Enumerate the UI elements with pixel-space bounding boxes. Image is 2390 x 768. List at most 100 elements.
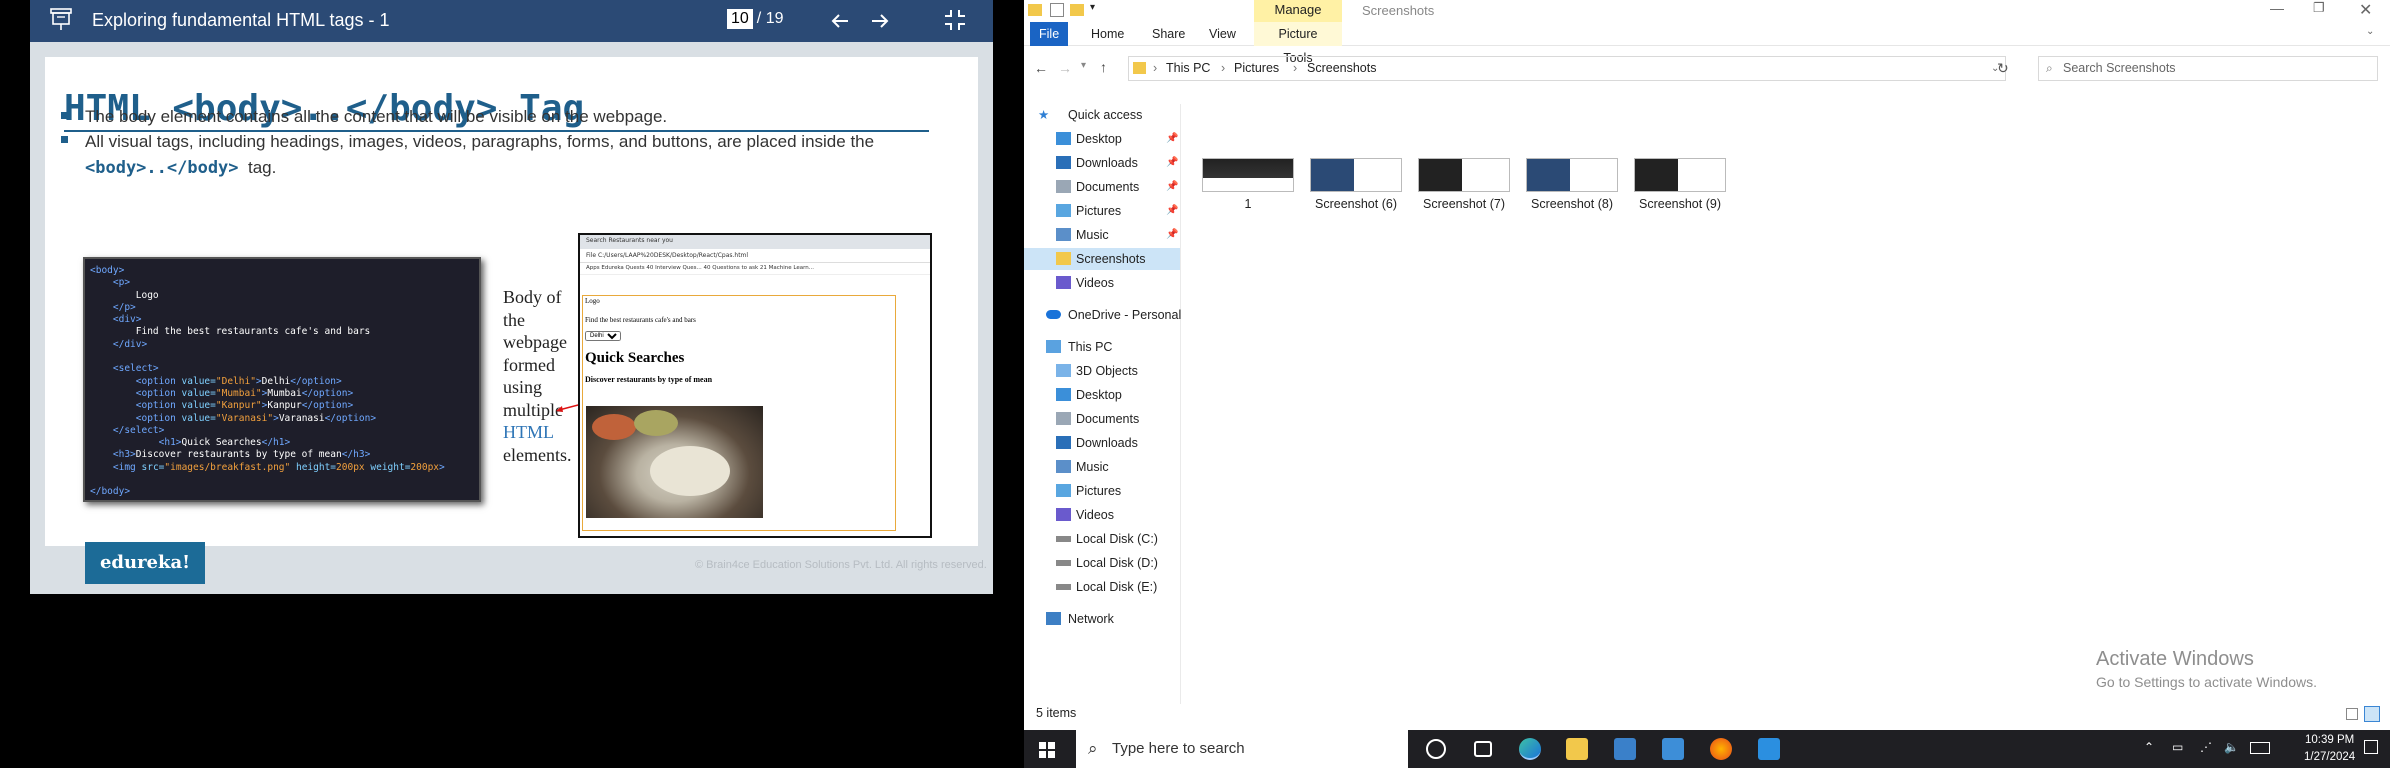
taskbar-search[interactable]: ⌕ Type here to search xyxy=(1076,730,1408,768)
maximize-button[interactable]: ❐ xyxy=(2313,0,2325,16)
back-icon[interactable]: ← xyxy=(1034,60,1048,76)
nav-pc-downloads[interactable]: Downloads xyxy=(1024,432,1180,454)
network-icon xyxy=(1046,612,1061,625)
ribbon-expand-icon[interactable]: ⌄ xyxy=(2366,26,2374,37)
nav-pc-3d-objects[interactable]: 3D Objects xyxy=(1024,360,1180,382)
disk-icon xyxy=(1056,560,1071,566)
chevron-up-icon[interactable]: ⌃ xyxy=(2144,740,2154,754)
taskbar-search-placeholder: Type here to search xyxy=(1112,740,1245,757)
cube-icon xyxy=(1056,364,1071,377)
file-item[interactable]: 1 xyxy=(1202,158,1294,211)
minimize-button[interactable]: — xyxy=(2270,0,2284,16)
nav-pc-disk-c[interactable]: Local Disk (C:) xyxy=(1024,528,1180,550)
notifications-icon[interactable] xyxy=(2364,740,2378,754)
edureka-logo: edureka! xyxy=(85,542,205,584)
tab-file[interactable]: File xyxy=(1030,22,1069,46)
nav-pc-desktop[interactable]: Desktop xyxy=(1024,384,1180,406)
quick-access-toolbar: ▾ Manage Screenshots — ❐ ✕ xyxy=(1024,0,2390,22)
store-icon[interactable] xyxy=(1614,738,1636,760)
nav-qa-pictures[interactable]: Pictures 📌 xyxy=(1024,200,1180,222)
desktop-icon xyxy=(1056,388,1071,401)
details-view-icon[interactable] xyxy=(2346,708,2358,720)
nav-qa-desktop[interactable]: Desktop 📌 xyxy=(1024,128,1180,150)
windows-start-icon[interactable] xyxy=(1039,742,1055,758)
nav-qa-screenshots[interactable]: Screenshots xyxy=(1024,248,1180,270)
nav-this-pc[interactable]: This PC xyxy=(1024,336,1180,358)
manage-tab[interactable]: Manage xyxy=(1254,0,1342,22)
mail-icon[interactable] xyxy=(1662,738,1684,760)
nav-label: Desktop xyxy=(1076,132,1122,146)
nav-quick-access[interactable]: ★ Quick access xyxy=(1024,104,1180,126)
address-bar[interactable]: › This PC › Pictures › Screenshots ⌄ xyxy=(1128,56,2006,81)
nav-network[interactable]: Network xyxy=(1024,608,1180,630)
nav-pc-disk-d[interactable]: Local Disk (D:) xyxy=(1024,552,1180,574)
presentation-icon[interactable] xyxy=(50,8,72,32)
breadcrumb-pictures[interactable]: Pictures xyxy=(1234,57,1279,80)
nav-label: Local Disk (E:) xyxy=(1076,580,1158,594)
wifi-icon[interactable]: ⋰ xyxy=(2200,740,2212,754)
thumbnail xyxy=(1202,158,1294,192)
refresh-icon[interactable]: ↻ xyxy=(1997,60,2009,77)
nav-pc-music[interactable]: Music xyxy=(1024,456,1180,478)
rendered-page: Logo Find the best restaurants cafe's an… xyxy=(582,295,896,531)
arrow-right-icon[interactable] xyxy=(870,11,890,31)
edge-icon[interactable] xyxy=(1519,738,1541,760)
nav-pc-pictures[interactable]: Pictures xyxy=(1024,480,1180,502)
thumbnail xyxy=(1526,158,1618,192)
keyboard-icon[interactable] xyxy=(2250,742,2270,754)
nav-onedrive[interactable]: OneDrive - Personal xyxy=(1024,304,1181,326)
exit-fullscreen-icon[interactable] xyxy=(944,9,966,31)
breadcrumb-this-pc[interactable]: This PC xyxy=(1166,57,1210,80)
activate-title: Activate Windows xyxy=(2096,648,2254,670)
file-name: 1 xyxy=(1244,197,1252,211)
body-desc-2: elements. xyxy=(503,444,572,465)
page-find: Find the best restaurants cafe's and bar… xyxy=(585,316,696,324)
tab-view[interactable]: View xyxy=(1200,22,1245,46)
file-item[interactable]: Screenshot (8) xyxy=(1526,158,1618,211)
nav-pc-disk-e[interactable]: Local Disk (E:) xyxy=(1024,576,1180,598)
folder-icon xyxy=(1028,4,1042,16)
close-button[interactable]: ✕ xyxy=(2359,0,2372,20)
up-icon[interactable]: ↑ xyxy=(1100,59,1107,75)
nav-pc-videos[interactable]: Videos xyxy=(1024,504,1180,526)
cortana-icon[interactable] xyxy=(1426,739,1446,759)
task-view-icon[interactable] xyxy=(1474,741,1492,757)
file-explorer-icon[interactable] xyxy=(1566,738,1588,760)
pin-icon: 📌 xyxy=(1166,181,1179,192)
tab-share[interactable]: Share xyxy=(1143,22,1194,46)
arrow-left-icon[interactable] xyxy=(830,11,850,31)
nav-label: Local Disk (D:) xyxy=(1076,556,1158,570)
search-icon: ⌕ xyxy=(1088,739,1098,758)
status-bar: 5 items xyxy=(1036,706,1077,720)
nav-qa-documents[interactable]: Documents 📌 xyxy=(1024,176,1180,198)
nav-label: This PC xyxy=(1068,340,1113,354)
tab-picture-tools[interactable]: Picture Tools xyxy=(1254,22,1342,65)
page-h3: Discover restaurants by type of mean xyxy=(585,375,713,384)
tab-home[interactable]: Home xyxy=(1082,22,1133,46)
customize-qat-icon[interactable]: ▾ xyxy=(1090,2,1095,13)
firefox-icon[interactable] xyxy=(1710,738,1732,760)
properties-icon[interactable] xyxy=(1050,3,1064,17)
battery-icon[interactable]: ▭ xyxy=(2172,740,2183,754)
slide: HTML <body>..</body> Tag The body elemen… xyxy=(30,42,993,594)
file-item[interactable]: Screenshot (7) xyxy=(1418,158,1510,211)
nav-qa-music[interactable]: Music 📌 xyxy=(1024,224,1180,246)
forward-icon[interactable]: → xyxy=(1058,60,1072,76)
volume-icon[interactable]: 🔈 xyxy=(2224,740,2239,754)
page-number-input[interactable]: 10 xyxy=(727,9,753,29)
nav-label: Downloads xyxy=(1076,436,1138,450)
nav-qa-videos[interactable]: Videos xyxy=(1024,272,1180,294)
new-folder-icon[interactable] xyxy=(1070,4,1084,16)
clock[interactable]: 10:39 PM 1/27/2024 xyxy=(2304,732,2355,766)
file-item[interactable]: Screenshot (6) xyxy=(1310,158,1402,211)
nav-qa-downloads[interactable]: Downloads 📌 xyxy=(1024,152,1180,174)
nav-pc-documents[interactable]: Documents xyxy=(1024,408,1180,430)
presentation-title: Exploring fundamental HTML tags - 1 xyxy=(92,10,390,30)
star-icon: ★ xyxy=(1038,108,1050,122)
recent-icon[interactable]: ▾ xyxy=(1081,60,1086,71)
vscode-icon[interactable] xyxy=(1758,738,1780,760)
search-box[interactable]: ⌕ Search Screenshots xyxy=(2038,56,2378,81)
file-item[interactable]: Screenshot (9) xyxy=(1634,158,1726,211)
large-icons-view-icon[interactable] xyxy=(2364,706,2380,722)
breadcrumb-screenshots[interactable]: Screenshots xyxy=(1307,57,1376,80)
